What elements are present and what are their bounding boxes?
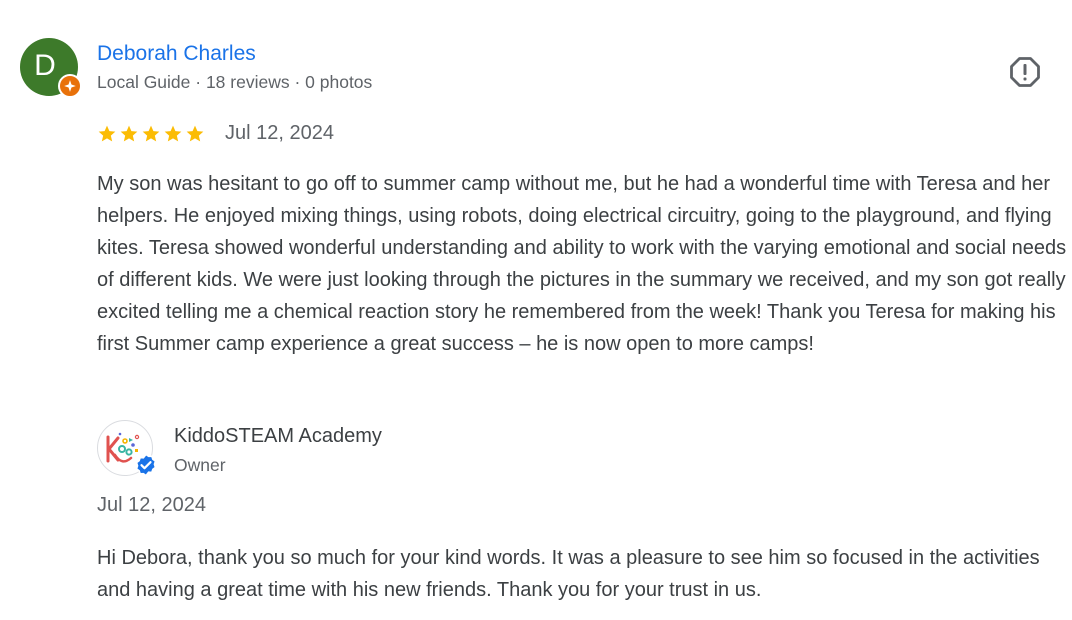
star-icon (98, 125, 116, 141)
owner-role-label: Owner (174, 455, 226, 475)
star-icon (186, 125, 204, 141)
verified-check-icon (135, 453, 157, 477)
review-text: My son was hesitant to go off to summer … (97, 173, 1067, 355)
local-guide-badge-icon (58, 74, 82, 98)
reviewer-name-link[interactable]: Deborah Charles (97, 42, 256, 66)
report-review-button[interactable] (1003, 50, 1047, 94)
owner-response-text: Hi Debora, thank you so much for your ki… (97, 547, 1040, 601)
reviewer-avatar[interactable]: D (20, 38, 82, 98)
star-icon (164, 125, 182, 141)
review-date: Jul 12, 2024 (225, 122, 334, 144)
flag-report-icon (1010, 57, 1040, 87)
star-icon (120, 125, 138, 141)
avatar-letter: D (34, 49, 56, 82)
owner-name: KiddoSTEAM Academy (174, 425, 382, 447)
reviewer-meta: Local Guide · 18 reviews · 0 photos (97, 72, 373, 92)
rating-row: Jul 12, 2024 (97, 122, 334, 145)
owner-avatar[interactable] (97, 420, 157, 477)
star-icon (142, 125, 160, 141)
response-date: Jul 12, 2024 (97, 494, 206, 516)
star-rating (97, 124, 205, 144)
